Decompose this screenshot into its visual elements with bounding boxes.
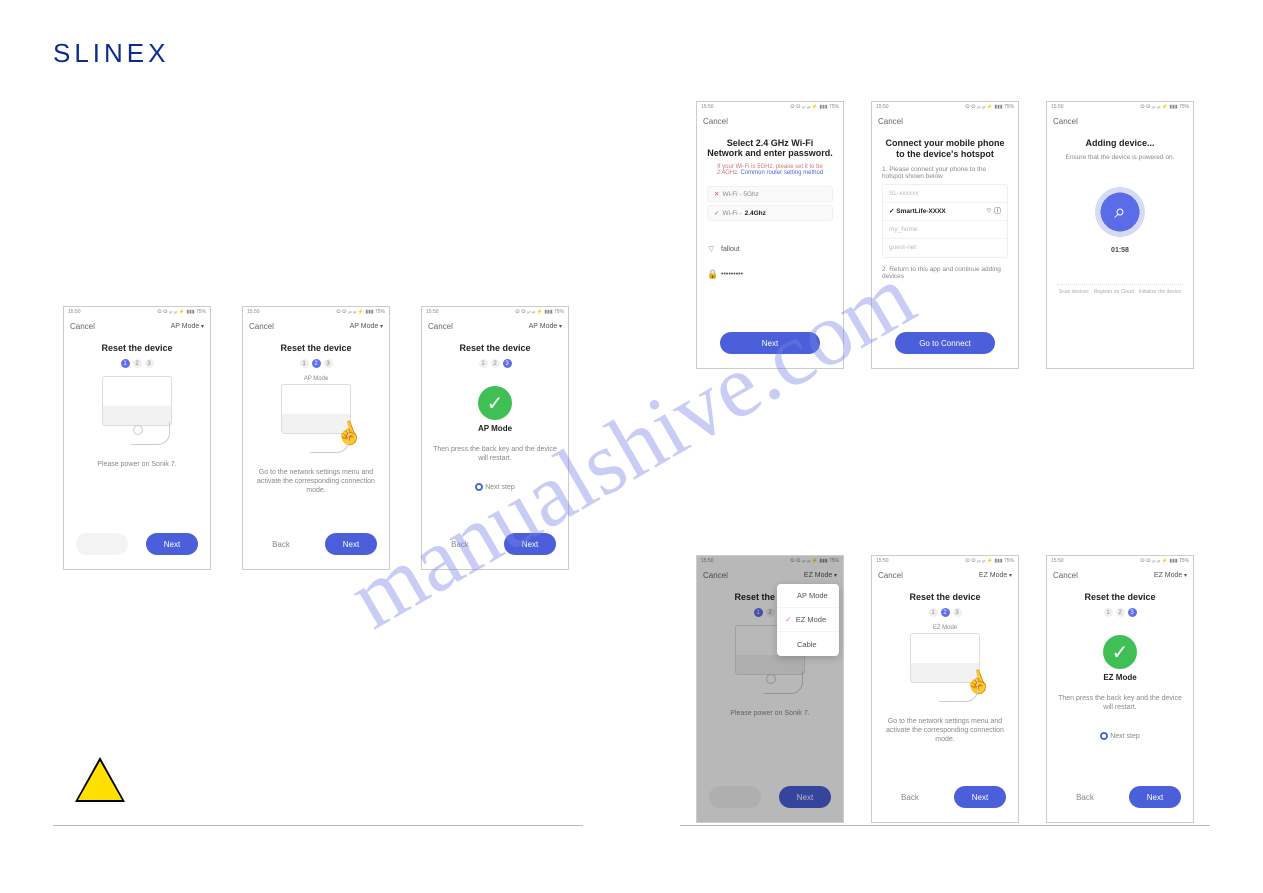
back-button[interactable]: Back: [434, 533, 486, 555]
cancel-link[interactable]: Cancel: [878, 117, 903, 126]
next-step-check[interactable]: Next step: [475, 483, 515, 491]
screen-adding: 15:50ⵙ ⵙ ₐₗₗ ₐₗₗ ⚡ ▮▮▮ 75% Cancel Adding…: [1046, 101, 1194, 369]
step-description: Go to the network settings menu and acti…: [882, 717, 1008, 744]
status-bar: 15:50ⵙ ⵙ ₐₗₗ ₐₗₗ ⚡ ▮▮▮ 75%: [64, 307, 210, 317]
screen-ap-step3: 15:50ⵙ ⵙ ₐₗₗ ₐₗₗ ⚡ ▮▮▮ 75% Cancel AP Mod…: [421, 306, 569, 570]
progress-steps: Scan devicesRegister on CloudInitialize …: [1057, 284, 1183, 304]
hotspot-item: my_home: [883, 221, 1007, 239]
back-button[interactable]: Back: [255, 533, 307, 555]
hotspot-title: Connect your mobile phone to the device'…: [882, 138, 1008, 160]
adding-title: Adding device...: [1085, 138, 1154, 148]
wifi-hint: If your Wi-Fi is 5GHz, please set it to …: [707, 164, 833, 176]
mode-dropdown[interactable]: AP Mode: [350, 323, 383, 330]
mode-confirm: AP Mode: [478, 424, 512, 433]
mode-option-ap[interactable]: AP Mode: [777, 584, 839, 608]
mode-menu: AP Mode ✓EZ Mode Cable: [777, 584, 839, 656]
next-step-check[interactable]: Next step: [1100, 732, 1140, 740]
step-description: Please power on Sonik 7.: [97, 460, 176, 469]
back-button[interactable]: Back: [1059, 786, 1111, 808]
mode-confirm: EZ Mode: [1103, 673, 1136, 682]
lock-icon: 🔒: [707, 269, 721, 280]
screen-ez-dropdown: 15:50ⵙ ⵙ ₐₗₗ ₐₗₗ ⚡ ▮▮▮ 75% Cancel EZ Mod…: [696, 555, 844, 823]
hr-left: [53, 825, 583, 826]
adding-sub: Ensure that the device is powered on.: [1066, 154, 1175, 161]
device-illustration: [910, 633, 980, 683]
cancel-link[interactable]: Cancel: [428, 322, 453, 331]
timer: 01:58: [1111, 247, 1129, 254]
cancel-link[interactable]: Cancel: [703, 117, 728, 126]
step-indicator: 123: [121, 359, 154, 368]
mode-option-cable[interactable]: Cable: [777, 632, 839, 656]
screen-hotspot: 15:50ⵙ ⵙ ₐₗₗ ₐₗₗ ⚡ ▮▮▮ 75% Cancel Connec…: [871, 101, 1019, 369]
step-indicator: 123: [1104, 608, 1137, 617]
step-description: Then press the back key and the device w…: [1057, 694, 1183, 712]
ap-mode-label: AP Mode: [304, 376, 329, 382]
cancel-link[interactable]: Cancel: [249, 322, 274, 331]
ssid-field[interactable]: ⌔fallout: [707, 244, 833, 255]
mode-dropdown[interactable]: EZ Mode: [1154, 572, 1187, 579]
hotspot-step1: 1. Please connect your phone to the hots…: [882, 166, 1008, 180]
mode-dropdown[interactable]: EZ Mode: [979, 572, 1012, 579]
next-button[interactable]: Next: [146, 533, 198, 555]
next-button[interactable]: Next: [954, 786, 1006, 808]
mode-option-ez[interactable]: ✓EZ Mode: [777, 608, 839, 632]
step-description: Go to the network settings menu and acti…: [253, 468, 379, 495]
next-button[interactable]: Next: [325, 533, 377, 555]
step-indicator: 123: [929, 608, 962, 617]
hotspot-list: SL-xxxxxx ✓ SmartLife-XXXX⌔ ⓘ my_home gu…: [882, 184, 1008, 258]
ez-mode-label: EZ Mode: [933, 625, 957, 631]
back-button[interactable]: Back: [884, 786, 936, 808]
screen-title: Reset the device: [459, 343, 530, 353]
top-bar: Cancel AP Mode: [64, 317, 210, 335]
mode-dropdown[interactable]: AP Mode: [171, 323, 204, 330]
cancel-link[interactable]: Cancel: [878, 571, 903, 580]
next-button[interactable]: Next: [1129, 786, 1181, 808]
wifi-5g-row: ✕Wi-Fi - 5Ghz: [707, 186, 833, 202]
screen-ez-step3: 15:50ⵙ ⵙ ₐₗₗ ₐₗₗ ⚡ ▮▮▮ 75% Cancel EZ Mod…: [1046, 555, 1194, 823]
password-field[interactable]: 🔒•••••••••: [707, 269, 833, 280]
mode-dropdown[interactable]: AP Mode: [529, 323, 562, 330]
search-icon: ⌕: [1095, 187, 1145, 237]
hotspot-item-selected[interactable]: ✓ SmartLife-XXXX⌔ ⓘ: [883, 203, 1007, 221]
screen-wifi: 15:50ⵙ ⵙ ₐₗₗ ₐₗₗ ⚡ ▮▮▮ 75% Cancel Select…: [696, 101, 844, 369]
wifi-title1: Select 2.4 GHz Wi-Fi: [727, 138, 813, 148]
hr-right: [680, 825, 1210, 826]
next-button[interactable]: Next: [720, 332, 820, 354]
hotspot-step2: 2. Return to this app and continue addin…: [882, 266, 1008, 280]
screen-title: Reset the device: [909, 592, 980, 602]
warning-icon: [75, 757, 125, 802]
wifi-icon: ⌔: [707, 244, 721, 255]
go-connect-button[interactable]: Go to Connect: [895, 332, 995, 354]
hotspot-item: SL-xxxxxx: [883, 185, 1007, 203]
check-icon: ✓: [1103, 635, 1137, 669]
back-button: [76, 533, 128, 555]
device-illustration: [102, 376, 172, 426]
cancel-link[interactable]: Cancel: [1053, 117, 1078, 126]
wifi-title2: Network and enter password.: [707, 148, 833, 158]
brand-logo: SLINEX: [53, 38, 170, 69]
screen-ap-step1: 15:50ⵙ ⵙ ₐₗₗ ₐₗₗ ⚡ ▮▮▮ 75% Cancel AP Mod…: [63, 306, 211, 570]
step-description: Then press the back key and the device w…: [432, 445, 558, 463]
screen-title: Reset the device: [1084, 592, 1155, 602]
screen-title: Reset the device: [280, 343, 351, 353]
device-illustration: [281, 384, 351, 434]
next-button[interactable]: Next: [504, 533, 556, 555]
step-indicator: 123: [479, 359, 512, 368]
wifi-icon: ⌔ ⓘ: [985, 206, 1001, 216]
screen-ap-step2: 15:50ⵙ ⵙ ₐₗₗ ₐₗₗ ⚡ ▮▮▮ 75% Cancel AP Mod…: [242, 306, 390, 570]
cancel-link[interactable]: Cancel: [1053, 571, 1078, 580]
hotspot-item: guest-net: [883, 239, 1007, 257]
step-indicator: 123: [300, 359, 333, 368]
check-icon: ✓: [478, 386, 512, 420]
screen-ez-step2: 15:50ⵙ ⵙ ₐₗₗ ₐₗₗ ⚡ ▮▮▮ 75% Cancel EZ Mod…: [871, 555, 1019, 823]
cancel-link[interactable]: Cancel: [70, 322, 95, 331]
wifi-24g-row: ✓Wi-Fi -2.4Ghz: [707, 205, 833, 221]
screen-title: Reset the device: [101, 343, 172, 353]
